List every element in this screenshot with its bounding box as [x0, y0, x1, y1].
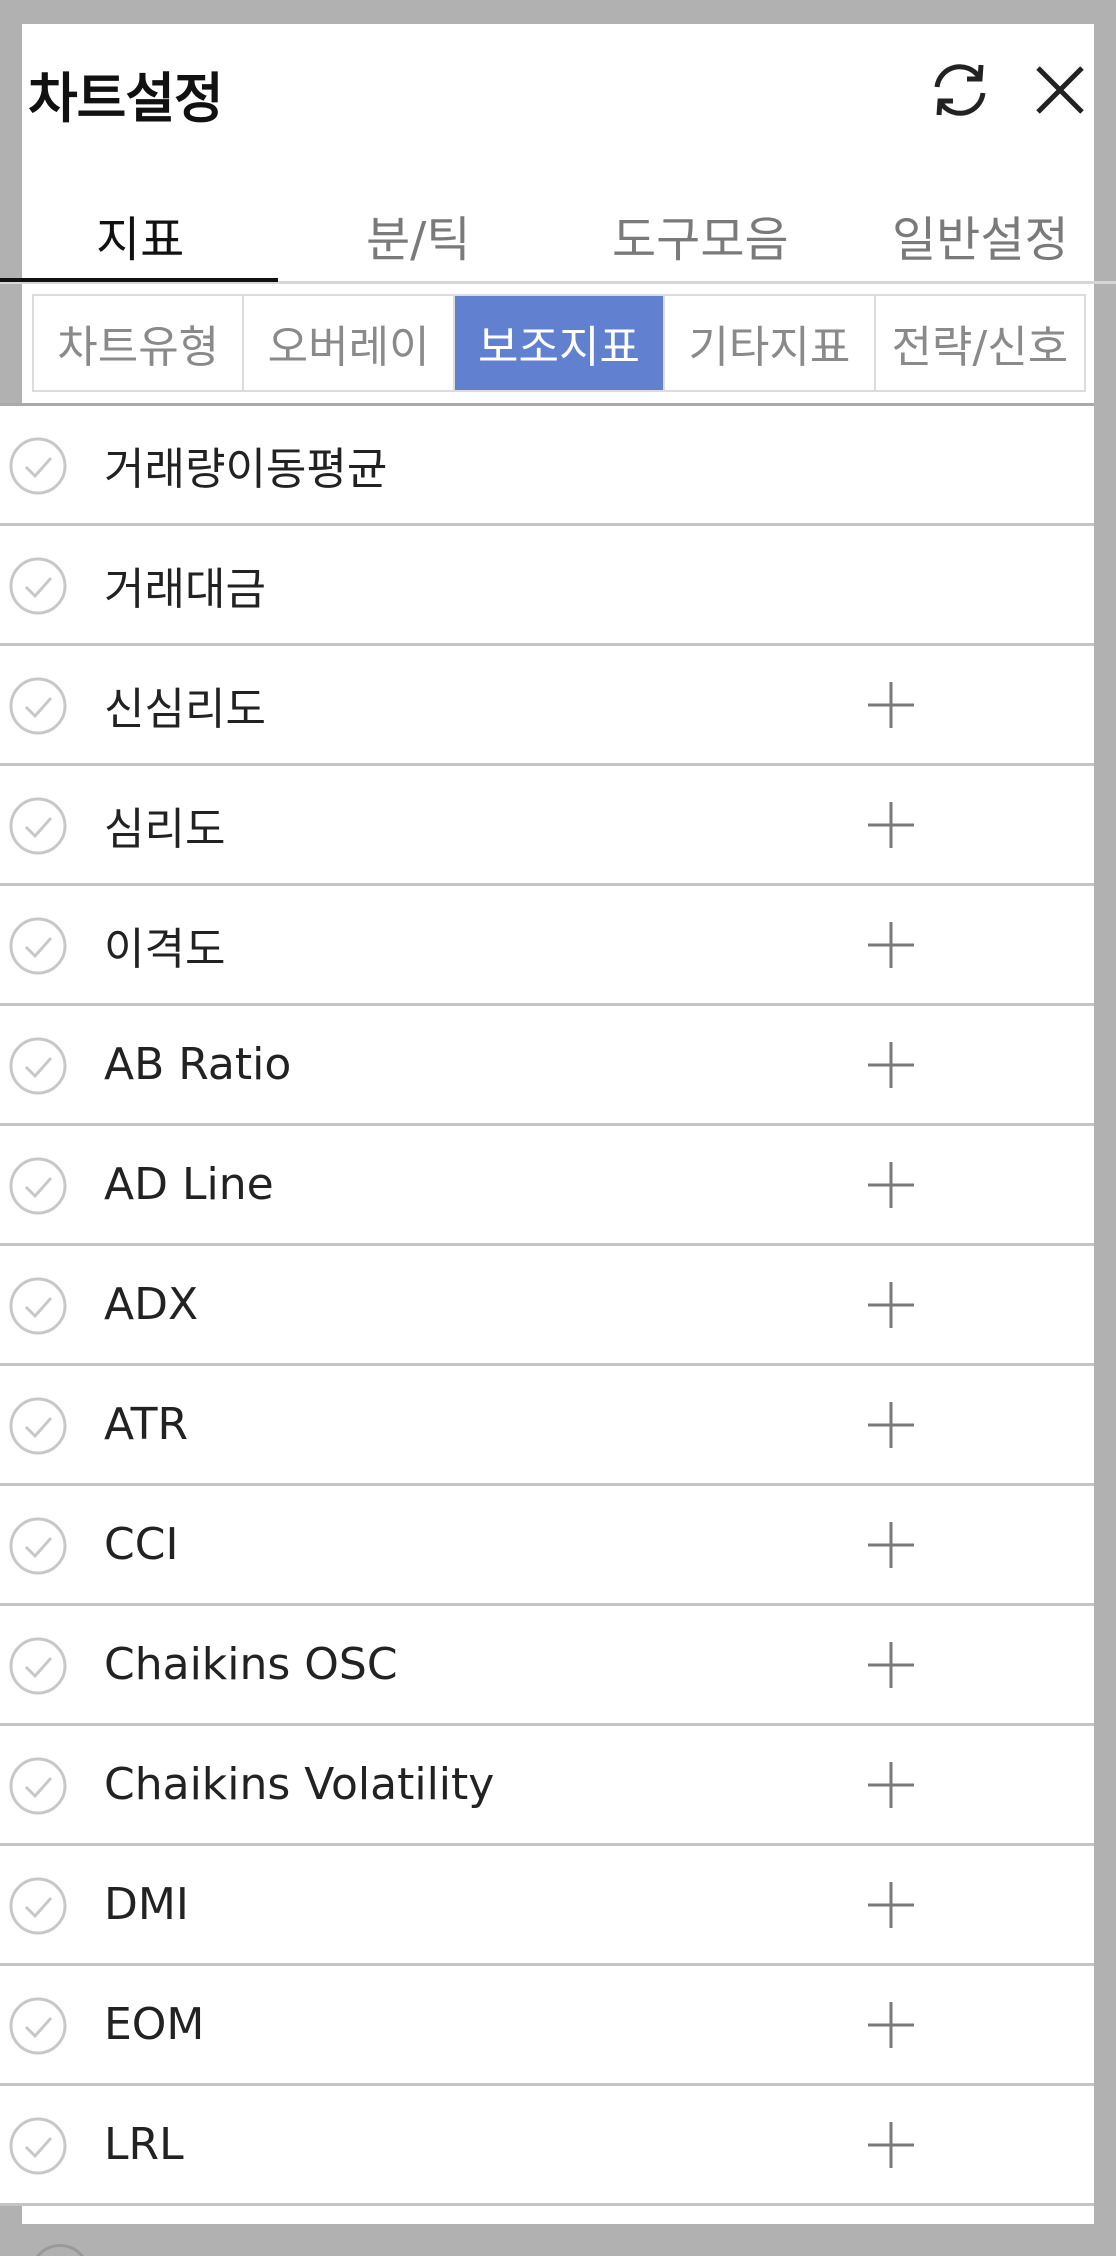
tab-toolbox[interactable]: 도구모음 [612, 200, 789, 270]
check-circle-icon[interactable] [8, 1516, 68, 1576]
check-circle-icon[interactable] [8, 1996, 68, 2056]
subtab-auxiliary-indicators[interactable]: 보조지표 [454, 296, 666, 390]
list-item[interactable]: EOM [0, 1966, 1094, 2086]
sub-tabs: 차트유형 오버레이 보조지표 기타지표 전략/신호 [32, 294, 1086, 392]
indicator-label: 거래대금 [104, 563, 266, 615]
indicator-label: ADX [104, 1279, 199, 1330]
list-item[interactable]: Chaikins OSC [0, 1606, 1094, 1726]
check-circle-icon[interactable] [8, 1876, 68, 1936]
indicator-label: 신심리도 [104, 683, 266, 735]
indicator-label: AB Ratio [104, 1039, 292, 1090]
plus-icon[interactable] [866, 2120, 916, 2170]
indicator-label: 심리도 [104, 803, 226, 855]
plus-icon[interactable] [866, 1880, 916, 1930]
list-item[interactable]: LRL [0, 2086, 1094, 2206]
list-item[interactable]: 이격도 [0, 886, 1094, 1006]
check-circle-icon[interactable] [8, 796, 68, 856]
dialog-title: 차트설정 [28, 67, 224, 130]
subtab-overlay[interactable]: 오버레이 [244, 296, 455, 390]
next-item-check-icon [30, 2244, 90, 2256]
tab-general-settings[interactable]: 일반설정 [892, 200, 1069, 270]
indicator-label: 이격도 [104, 923, 226, 975]
plus-icon[interactable] [866, 1640, 916, 1690]
list-item[interactable]: 거래대금 [0, 526, 1094, 646]
subtab-other-indicators[interactable]: 기타지표 [665, 296, 876, 390]
list-item[interactable]: ATR [0, 1366, 1094, 1486]
list-item[interactable]: CCI [0, 1486, 1094, 1606]
check-circle-icon[interactable] [8, 1156, 68, 1216]
tab-indicators[interactable]: 지표 [96, 200, 184, 270]
indicator-label: 거래량이동평균 [104, 443, 388, 495]
indicator-label: CCI [104, 1519, 179, 1570]
refresh-icon[interactable] [922, 52, 998, 128]
indicator-label: Chaikins OSC [104, 1639, 398, 1690]
list-item[interactable]: DMI [0, 1846, 1094, 1966]
plus-icon[interactable] [866, 1280, 916, 1330]
plus-icon[interactable] [866, 800, 916, 850]
list-item[interactable]: Chaikins Volatility [0, 1726, 1094, 1846]
indicator-label: ATR [104, 1399, 189, 1450]
indicator-label: DMI [104, 1879, 189, 1930]
check-circle-icon[interactable] [8, 1756, 68, 1816]
plus-icon[interactable] [866, 920, 916, 970]
plus-icon[interactable] [866, 1760, 916, 1810]
plus-icon[interactable] [866, 680, 916, 730]
check-circle-icon[interactable] [8, 1276, 68, 1336]
plus-icon[interactable] [866, 1160, 916, 1210]
indicator-list: 거래량이동평균거래대금신심리도심리도이격도 AB Ratio AD Line ADX A… [0, 403, 1094, 2206]
check-circle-icon[interactable] [8, 436, 68, 496]
dialog-header: 차트설정 [22, 24, 1094, 154]
plus-icon[interactable] [866, 1400, 916, 1450]
check-circle-icon[interactable] [8, 676, 68, 736]
plus-icon[interactable] [866, 1520, 916, 1570]
list-item[interactable]: 신심리도 [0, 646, 1094, 766]
list-item[interactable]: 거래량이동평균 [0, 406, 1094, 526]
check-circle-icon[interactable] [8, 2116, 68, 2176]
list-item[interactable]: 심리도 [0, 766, 1094, 886]
active-tab-indicator [0, 278, 278, 282]
list-item[interactable]: ADX [0, 1246, 1094, 1366]
check-circle-icon[interactable] [8, 1036, 68, 1096]
list-item[interactable]: AB Ratio [0, 1006, 1094, 1126]
main-tabs: 지표 분/틱 도구모음 일반설정 [0, 154, 1116, 284]
indicator-label: Chaikins Volatility [104, 1759, 495, 1810]
check-circle-icon[interactable] [8, 1636, 68, 1696]
indicator-label: LRL [104, 2119, 184, 2170]
indicator-label: AD Line [104, 1159, 274, 1210]
indicator-label: EOM [104, 1999, 205, 2050]
tab-minute-tick[interactable]: 분/틱 [366, 200, 471, 270]
close-icon[interactable] [1022, 52, 1098, 128]
subtab-strategy-signal[interactable]: 전략/신호 [876, 296, 1084, 390]
check-circle-icon[interactable] [8, 916, 68, 976]
plus-icon[interactable] [866, 2000, 916, 2050]
check-circle-icon[interactable] [8, 556, 68, 616]
check-circle-icon[interactable] [8, 1396, 68, 1456]
plus-icon[interactable] [866, 1040, 916, 1090]
list-item[interactable]: AD Line [0, 1126, 1094, 1246]
subtab-chart-type[interactable]: 차트유형 [34, 296, 245, 390]
